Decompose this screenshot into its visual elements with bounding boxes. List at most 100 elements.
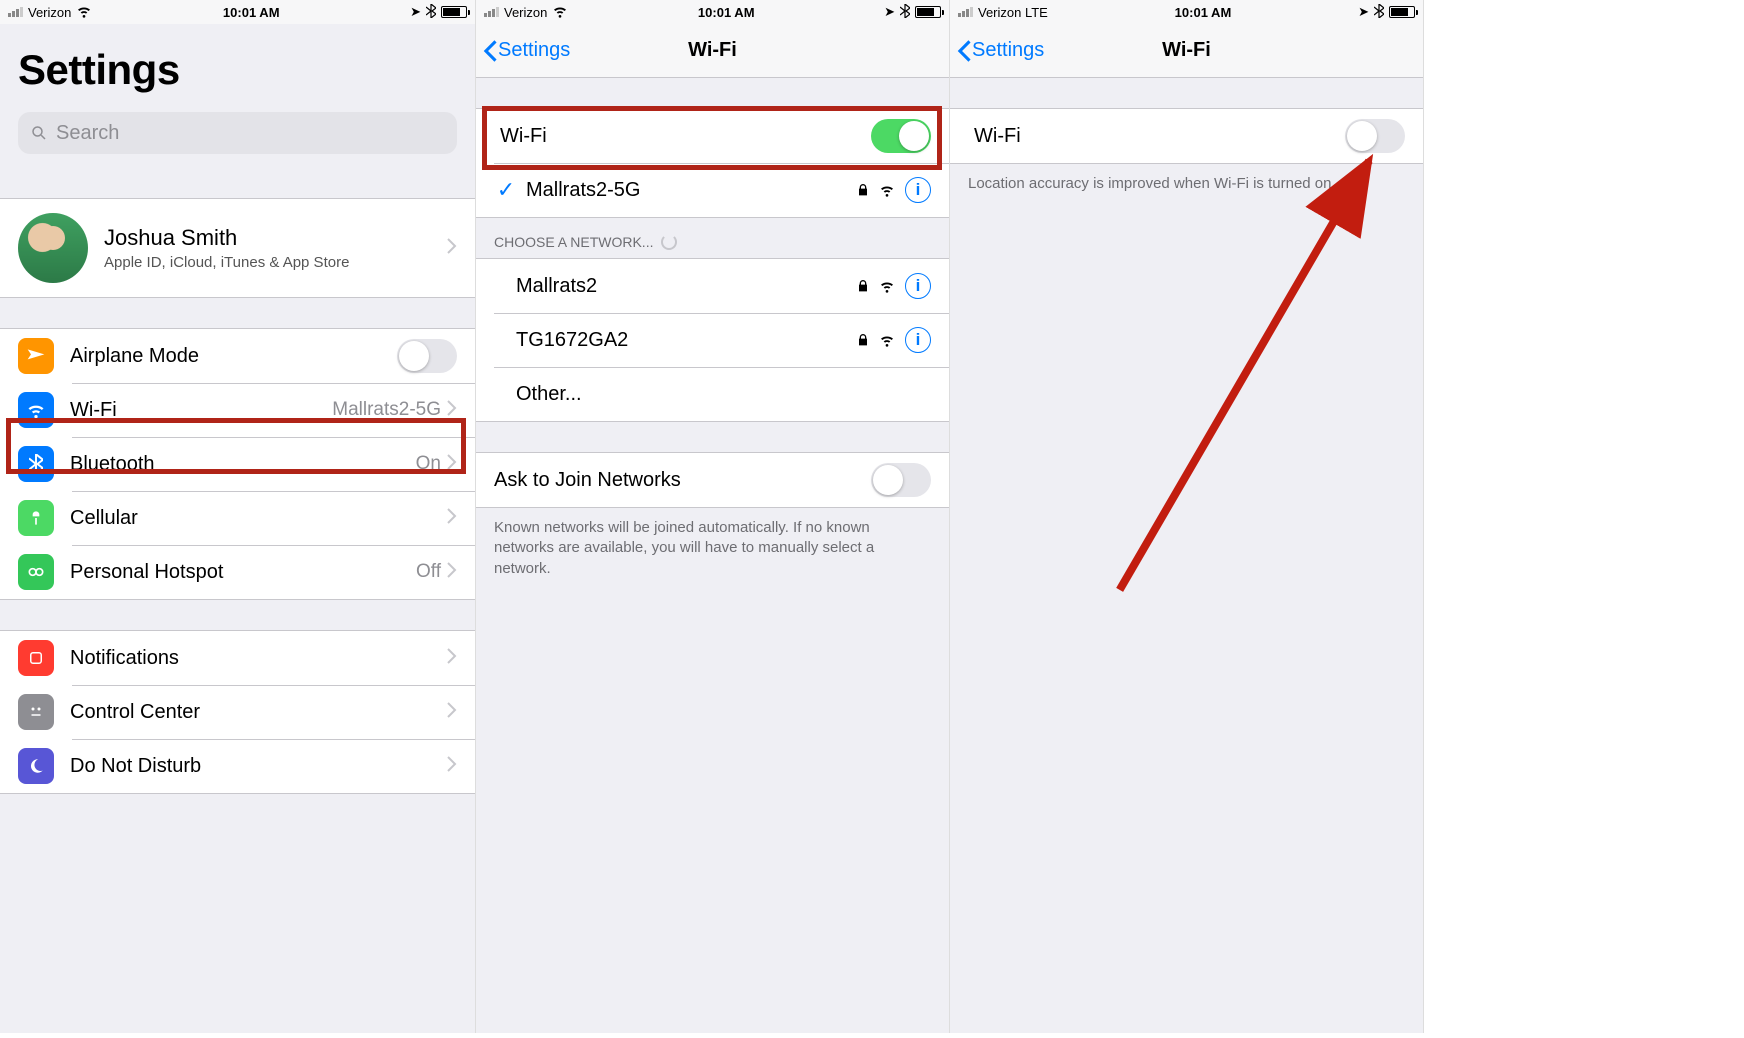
chevron-right-icon (447, 648, 457, 669)
wifi-on-screen: Verizon 10:01 AM ➤ Settings Wi-Fi Wi-Fi … (476, 0, 950, 1033)
bluetooth-row[interactable]: Bluetooth On (0, 437, 475, 491)
dnd-row[interactable]: Do Not Disturb (0, 739, 475, 793)
settings-screen: Verizon 10:01 AM ➤ Settings Search Joshu… (0, 0, 476, 1033)
notifications-label: Notifications (70, 647, 447, 670)
chevron-left-icon (956, 40, 972, 62)
spinner-icon (661, 234, 677, 250)
chevron-right-icon (447, 454, 457, 475)
ask-toggle[interactable] (871, 463, 931, 497)
search-icon (30, 124, 48, 142)
wifi-strength-icon (879, 278, 895, 294)
wifi-icon (76, 3, 92, 22)
lock-icon (855, 332, 871, 348)
apple-id-row[interactable]: Joshua Smith Apple ID, iCloud, iTunes & … (0, 198, 475, 298)
checkmark-icon: ✓ (494, 177, 518, 203)
hotspot-row[interactable]: Personal Hotspot Off (0, 545, 475, 599)
nav-title: Wi-Fi (688, 39, 737, 62)
wifi-toggle[interactable] (1345, 119, 1405, 153)
network-label: TG1672GA2 (516, 329, 855, 352)
signal-icon (958, 7, 973, 17)
wifi-toggle-row[interactable]: Wi-Fi (950, 109, 1423, 163)
airplane-toggle[interactable] (397, 339, 457, 373)
dnd-icon (18, 748, 54, 784)
airplane-icon (18, 338, 54, 374)
back-button[interactable]: Settings (956, 39, 1044, 62)
wifi-strength-icon (879, 332, 895, 348)
notifications-icon (18, 640, 54, 676)
chevron-right-icon (447, 756, 457, 777)
other-network-row[interactable]: Other... (476, 367, 949, 421)
hotspot-icon (18, 554, 54, 590)
search-placeholder: Search (56, 122, 119, 145)
bluetooth-detail: On (416, 453, 441, 475)
clock-label: 10:01 AM (1175, 5, 1232, 20)
choose-network-header: CHOOSE A NETWORK... (476, 218, 949, 258)
nav-title: Wi-Fi (1162, 39, 1211, 62)
nav-bar: Settings Wi-Fi (950, 24, 1423, 78)
airplane-label: Airplane Mode (70, 345, 397, 368)
status-bar: Verizon LTE 10:01 AM ➤ (950, 0, 1423, 24)
cellular-label: Cellular (70, 507, 447, 530)
hotspot-label: Personal Hotspot (70, 561, 416, 584)
dnd-label: Do Not Disturb (70, 755, 447, 778)
clock-label: 10:01 AM (698, 5, 755, 20)
wifi-toggle-row[interactable]: Wi-Fi (476, 109, 949, 163)
signal-icon (484, 7, 499, 17)
wifi-detail: Mallrats2-5G (332, 399, 441, 421)
search-input[interactable]: Search (18, 112, 457, 154)
network-row[interactable]: TG1672GA2 i (476, 313, 949, 367)
connected-network-row[interactable]: ✓ Mallrats2-5G i (476, 163, 949, 217)
cellular-row[interactable]: Cellular (0, 491, 475, 545)
page-title: Settings (18, 46, 457, 94)
location-icon: ➤ (1358, 4, 1369, 20)
ask-to-join-row[interactable]: Ask to Join Networks (476, 453, 949, 507)
carrier-label: Verizon (504, 5, 547, 20)
bluetooth-icon (1374, 4, 1384, 21)
back-label: Settings (972, 39, 1044, 62)
battery-icon (1389, 6, 1415, 18)
wifi-label: Wi-Fi (70, 399, 332, 422)
info-icon[interactable]: i (905, 327, 931, 353)
chevron-left-icon (482, 40, 498, 62)
network-row[interactable]: Mallrats2 i (476, 259, 949, 313)
back-label: Settings (498, 39, 570, 62)
bluetooth-icon (426, 4, 436, 21)
battery-icon (441, 6, 467, 18)
wifi-row-icon (18, 392, 54, 428)
info-icon[interactable]: i (905, 273, 931, 299)
status-bar: Verizon 10:01 AM ➤ (0, 0, 475, 24)
control-center-row[interactable]: Control Center (0, 685, 475, 739)
info-icon[interactable]: i (905, 177, 931, 203)
avatar (18, 213, 88, 283)
bluetooth-row-icon (18, 446, 54, 482)
wifi-strength-icon (879, 182, 895, 198)
wifi-toggle-label: Wi-Fi (968, 125, 1345, 148)
wifi-toggle[interactable] (871, 119, 931, 153)
battery-icon (915, 6, 941, 18)
chevron-right-icon (447, 238, 457, 259)
wifi-row[interactable]: Wi-Fi Mallrats2-5G (0, 383, 475, 437)
status-bar: Verizon 10:01 AM ➤ (476, 0, 949, 24)
wifi-toggle-label: Wi-Fi (494, 125, 871, 148)
signal-icon (8, 7, 23, 17)
nav-bar: Settings Wi-Fi (476, 24, 949, 78)
network-label: Mallrats2 (516, 275, 855, 298)
wifi-icon (552, 3, 568, 22)
choose-network-label: CHOOSE A NETWORK... (494, 234, 653, 250)
control-center-label: Control Center (70, 701, 447, 724)
profile-name: Joshua Smith (104, 225, 447, 251)
hotspot-detail: Off (416, 561, 441, 583)
other-label: Other... (516, 383, 931, 406)
carrier-label: Verizon LTE (978, 5, 1048, 20)
chevron-right-icon (447, 702, 457, 723)
chevron-right-icon (447, 562, 457, 583)
ask-footnote: Known networks will be joined automatica… (476, 508, 949, 589)
notifications-row[interactable]: Notifications (0, 631, 475, 685)
airplane-mode-row[interactable]: Airplane Mode (0, 329, 475, 383)
wifi-off-screen: Verizon LTE 10:01 AM ➤ Settings Wi-Fi Wi… (950, 0, 1424, 1033)
chevron-right-icon (447, 400, 457, 421)
control-center-icon (18, 694, 54, 730)
connectivity-group: Airplane Mode Wi-Fi Mallrats2-5G Bluetoo… (0, 328, 475, 600)
back-button[interactable]: Settings (482, 39, 570, 62)
carrier-label: Verizon (28, 5, 71, 20)
